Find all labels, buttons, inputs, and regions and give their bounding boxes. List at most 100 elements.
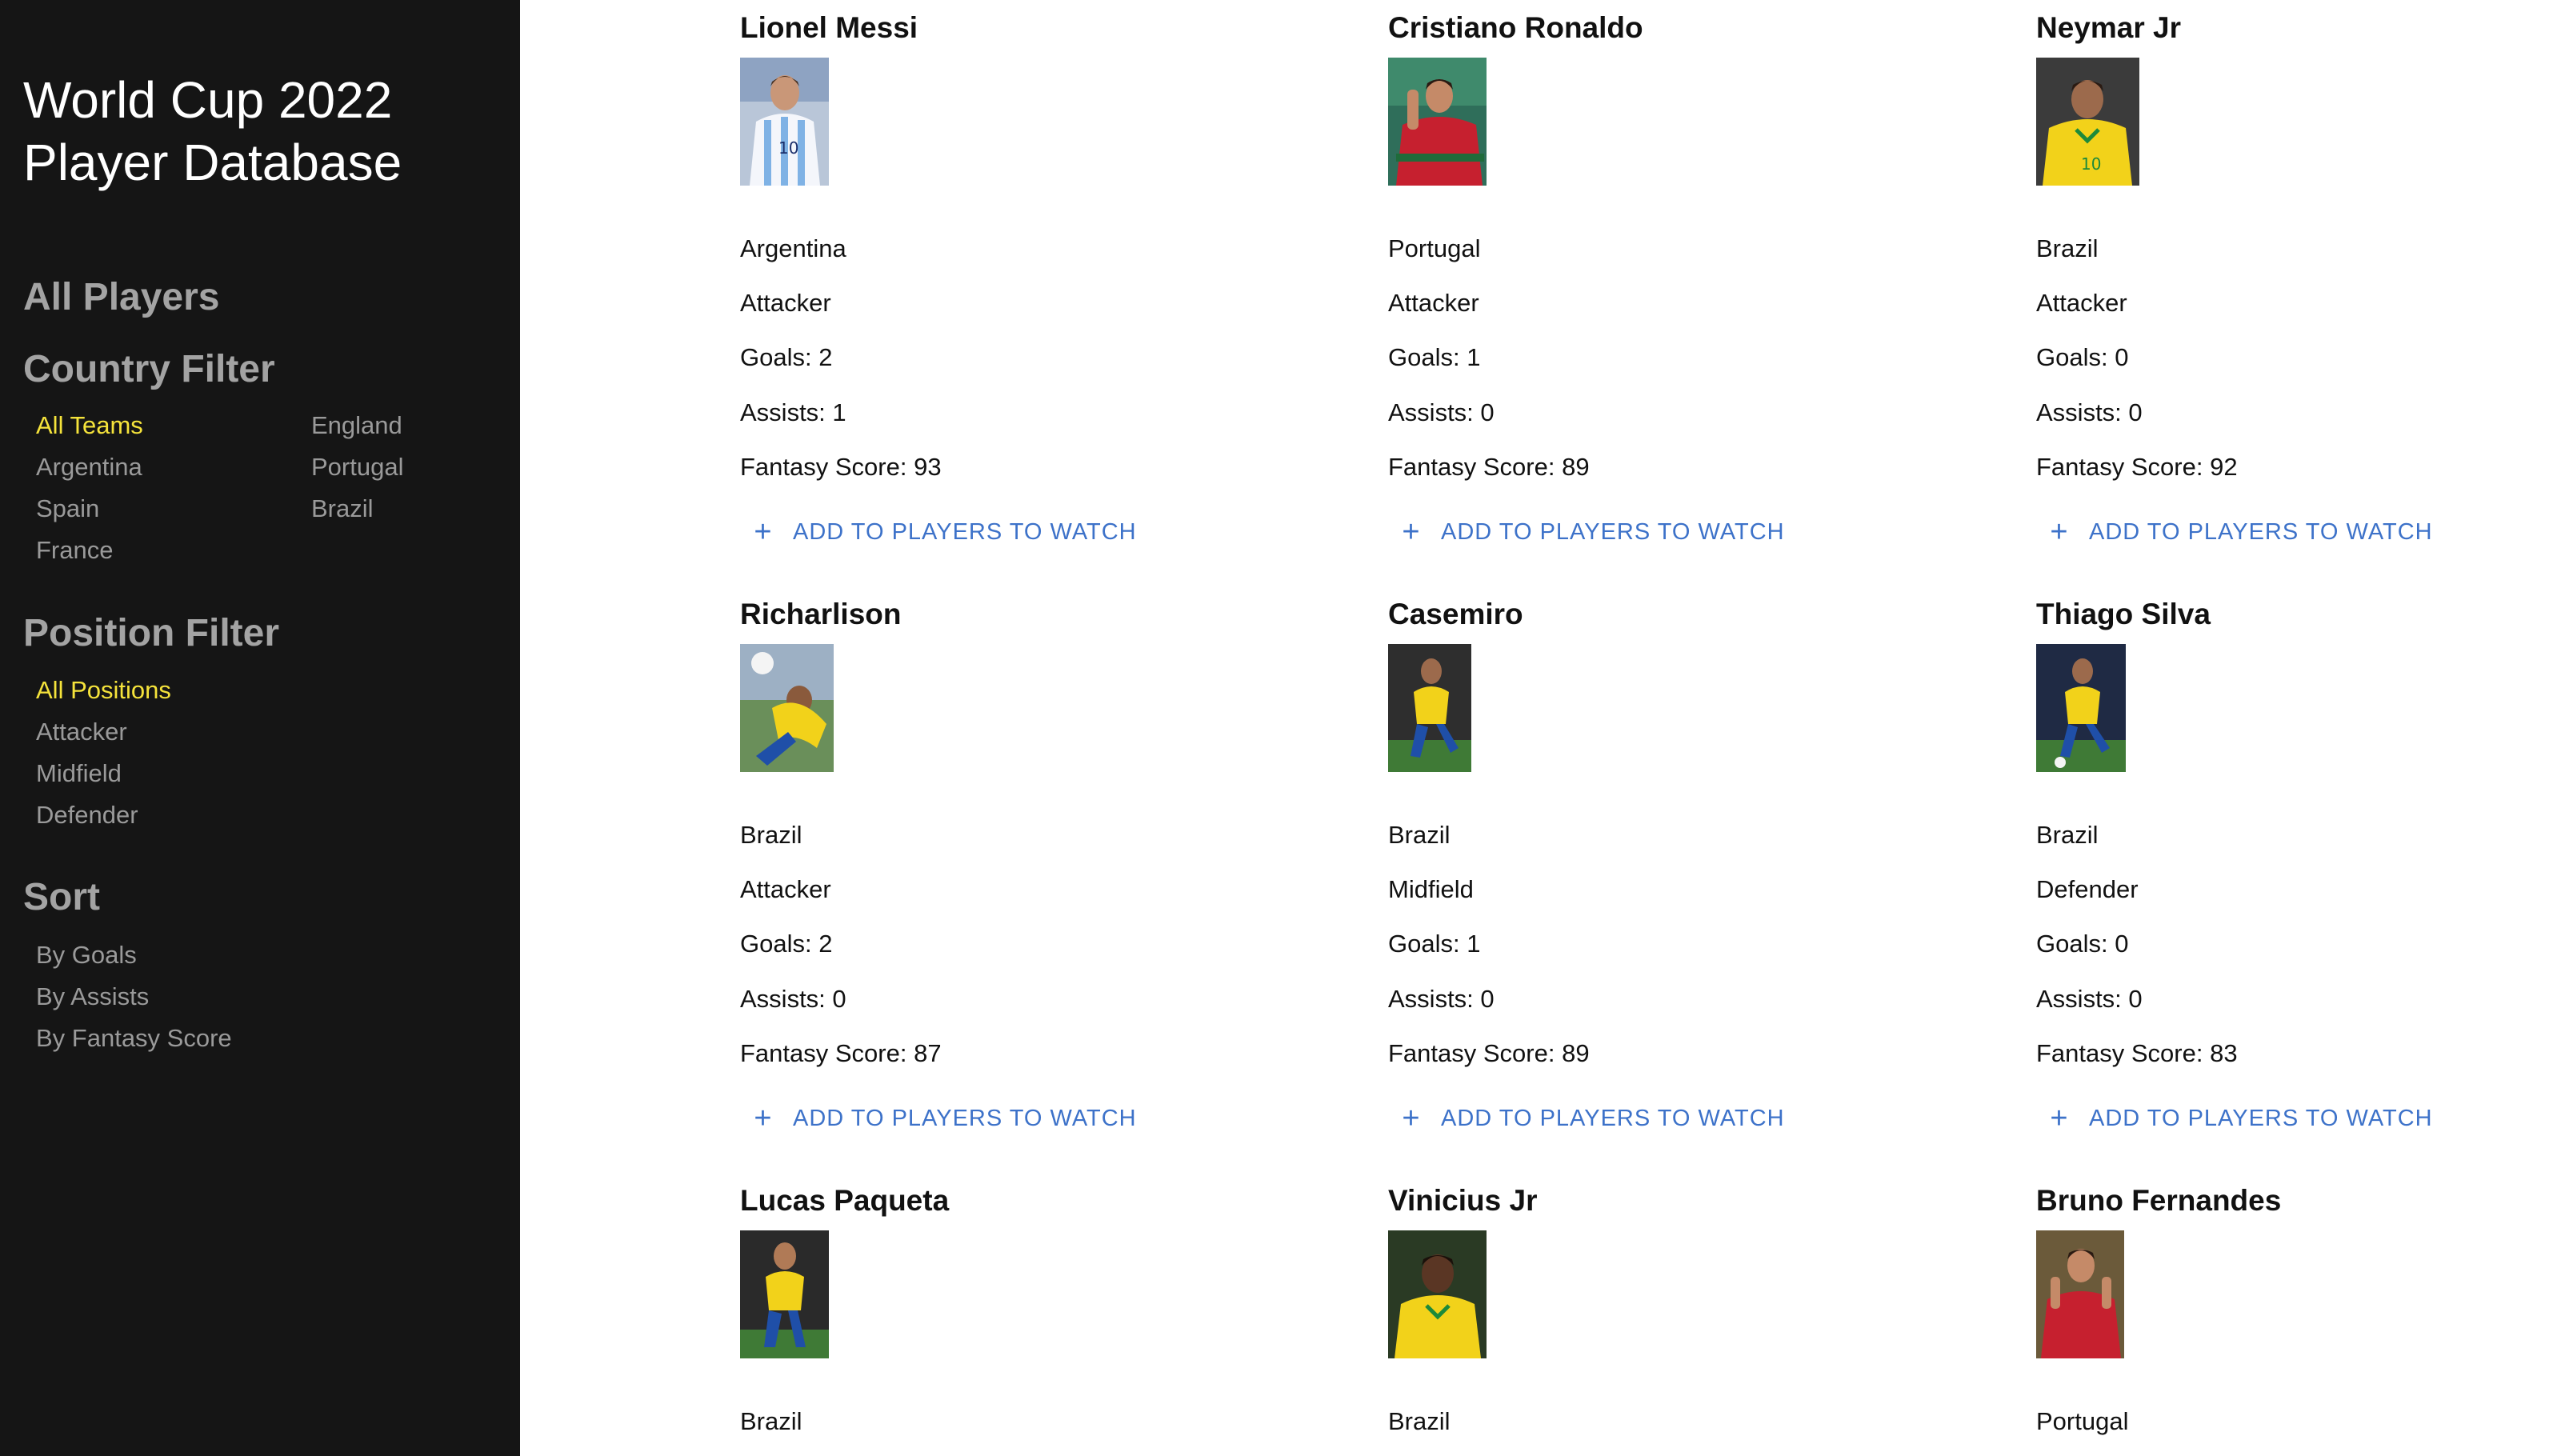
player-photo: [2036, 1230, 2124, 1358]
add-to-watch-label: ADD TO PLAYERS TO WATCH: [2089, 518, 2433, 545]
player-card: Cristiano Ronaldo Portugal Attacker Goal…: [1388, 10, 1996, 570]
add-to-watch-label: ADD TO PLAYERS TO WATCH: [1441, 518, 1785, 545]
add-to-watch-button[interactable]: + ADD TO PLAYERS TO WATCH: [740, 512, 1148, 552]
app-title-line-1: World Cup 2022: [23, 71, 393, 129]
add-to-watch-button[interactable]: + ADD TO PLAYERS TO WATCH: [2036, 1098, 2444, 1138]
player-name: Lionel Messi: [740, 11, 918, 44]
player-country: Brazil: [2036, 234, 2099, 262]
add-to-watch-button[interactable]: + ADD TO PLAYERS TO WATCH: [1388, 512, 1796, 552]
player-photo: [740, 1230, 829, 1358]
add-to-watch-button[interactable]: + ADD TO PLAYERS TO WATCH: [740, 1098, 1148, 1138]
position-option-all-positions[interactable]: All Positions: [36, 674, 171, 706]
player-assists: Assists: 0: [1388, 398, 1495, 426]
player-assists: Assists: 1: [740, 398, 846, 426]
player-assists: Assists: 0: [1388, 985, 1495, 1013]
player-card: Bruno Fernandes Portugal: [2036, 1182, 2557, 1456]
player-photo: [740, 644, 834, 772]
player-name: Casemiro: [1388, 598, 1523, 630]
player-goals: Goals: 2: [740, 930, 833, 958]
country-option-argentina[interactable]: Argentina: [36, 451, 142, 483]
svg-text:10: 10: [2081, 154, 2101, 174]
player-country: Argentina: [740, 234, 846, 262]
player-position: Defender: [2036, 875, 2139, 903]
position-option-midfield[interactable]: Midfield: [36, 758, 122, 790]
add-to-watch-label: ADD TO PLAYERS TO WATCH: [2089, 1105, 2433, 1131]
plus-icon: +: [1402, 1102, 1421, 1135]
country-option-all-teams[interactable]: All Teams: [36, 410, 143, 442]
player-country: Brazil: [1388, 821, 1451, 849]
player-fantasy-score: Fantasy Score: 89: [1388, 1039, 1590, 1067]
all-players-link[interactable]: All Players: [23, 275, 219, 320]
player-goals: Goals: 1: [1388, 343, 1481, 371]
sort-option-by-fantasy-score[interactable]: By Fantasy Score: [36, 1022, 232, 1054]
player-assists: Assists: 0: [2036, 398, 2143, 426]
app-title-line-2: Player Database: [23, 134, 402, 191]
player-position: Attacker: [740, 875, 831, 903]
position-option-attacker[interactable]: Attacker: [36, 716, 127, 748]
plus-icon: +: [1402, 515, 1421, 549]
country-option-england[interactable]: England: [311, 410, 402, 442]
player-card: Neymar Jr 10 Brazil Attacker Goals: 0 As…: [2036, 10, 2557, 570]
position-option-defender[interactable]: Defender: [36, 799, 138, 831]
country-option-brazil[interactable]: Brazil: [311, 493, 374, 525]
player-photo: 10: [740, 58, 829, 186]
player-goals: Goals: 0: [2036, 930, 2129, 958]
country-option-france[interactable]: France: [36, 534, 113, 566]
player-goals: Goals: 2: [740, 343, 833, 371]
player-fantasy-score: Fantasy Score: 83: [2036, 1039, 2238, 1067]
plus-icon: +: [754, 1102, 773, 1135]
player-name: Neymar Jr: [2036, 11, 2182, 44]
add-to-watch-label: ADD TO PLAYERS TO WATCH: [793, 1105, 1137, 1131]
sort-option-by-assists[interactable]: By Assists: [36, 981, 149, 1013]
player-name: Vinicius Jr: [1388, 1184, 1538, 1217]
country-option-portugal[interactable]: Portugal: [311, 451, 403, 483]
player-position: Midfield: [1388, 875, 1474, 903]
player-name: Richarlison: [740, 598, 902, 630]
player-photo: [1388, 644, 1471, 772]
player-fantasy-score: Fantasy Score: 92: [2036, 453, 2238, 481]
player-photo: [1388, 1230, 1487, 1358]
player-card: Lionel Messi 10 Argentina Attacker Goals…: [740, 10, 1348, 570]
player-card: Vinicius Jr Brazil: [1388, 1182, 1996, 1456]
plus-icon: +: [2050, 1102, 2069, 1135]
player-country: Brazil: [740, 821, 802, 849]
player-fantasy-score: Fantasy Score: 89: [1388, 453, 1590, 481]
country-option-spain[interactable]: Spain: [36, 493, 99, 525]
player-goals: Goals: 1: [1388, 930, 1481, 958]
player-photo: [2036, 644, 2126, 772]
app-title: World Cup 2022 Player Database: [23, 69, 503, 194]
player-grid: Lionel Messi 10 Argentina Attacker Goals…: [520, 0, 2557, 1456]
player-name: Thiago Silva: [2036, 598, 2211, 630]
player-country: Brazil: [1388, 1407, 1451, 1435]
player-position: Attacker: [740, 289, 831, 317]
add-to-watch-button[interactable]: + ADD TO PLAYERS TO WATCH: [2036, 512, 2444, 552]
player-name: Bruno Fernandes: [2036, 1184, 2282, 1217]
player-card: Thiago Silva Brazil Defender Goals: 0 As…: [2036, 596, 2557, 1156]
player-name: Lucas Paqueta: [740, 1184, 950, 1217]
player-goals: Goals: 0: [2036, 343, 2129, 371]
player-assists: Assists: 0: [740, 985, 846, 1013]
player-card: Richarlison Brazil Attacker Goals: 2 Ass…: [740, 596, 1348, 1156]
player-assists: Assists: 0: [2036, 985, 2143, 1013]
player-name: Cristiano Ronaldo: [1388, 11, 1643, 44]
country-filter-heading: Country Filter: [23, 348, 275, 390]
player-card: Casemiro Brazil Midfield Goals: 1 Assist…: [1388, 596, 1996, 1156]
add-to-watch-label: ADD TO PLAYERS TO WATCH: [793, 518, 1137, 545]
sort-option-by-goals[interactable]: By Goals: [36, 939, 137, 971]
player-fantasy-score: Fantasy Score: 87: [740, 1039, 942, 1067]
player-card: Lucas Paqueta Brazil: [740, 1182, 1348, 1456]
player-country: Portugal: [2036, 1407, 2129, 1435]
player-photo: [1388, 58, 1487, 186]
add-to-watch-button[interactable]: + ADD TO PLAYERS TO WATCH: [1388, 1098, 1796, 1138]
player-country: Brazil: [740, 1407, 802, 1435]
player-fantasy-score: Fantasy Score: 93: [740, 453, 942, 481]
add-to-watch-label: ADD TO PLAYERS TO WATCH: [1441, 1105, 1785, 1131]
player-country: Brazil: [2036, 821, 2099, 849]
plus-icon: +: [2050, 515, 2069, 549]
player-position: Attacker: [1388, 289, 1479, 317]
player-photo: 10: [2036, 58, 2139, 186]
player-position: Attacker: [2036, 289, 2127, 317]
sort-heading: Sort: [23, 876, 100, 918]
plus-icon: +: [754, 515, 773, 549]
sidebar: World Cup 2022 Player Database All Playe…: [0, 0, 520, 1456]
